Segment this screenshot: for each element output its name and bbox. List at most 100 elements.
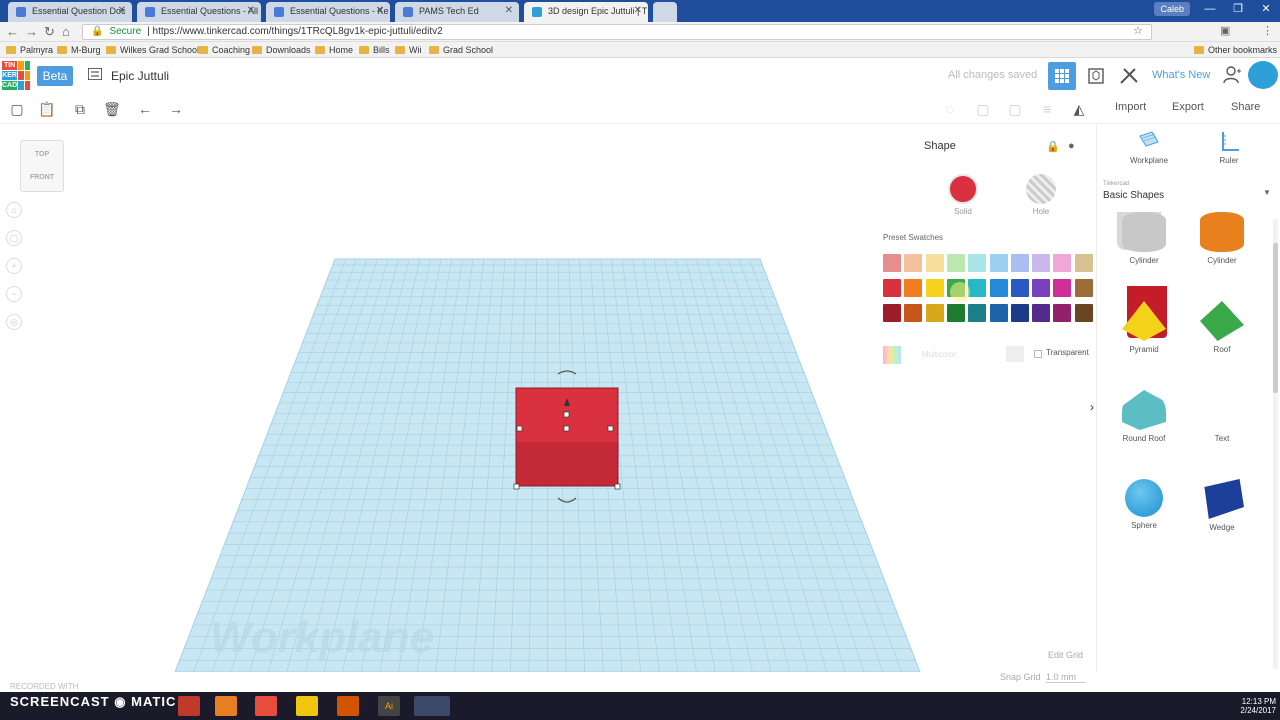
- view-cube[interactable]: TOP FRONT: [20, 140, 64, 192]
- color-swatch[interactable]: [989, 279, 1008, 297]
- shape-tile[interactable]: Cylinder: [1190, 212, 1254, 265]
- color-swatch[interactable]: [968, 304, 987, 322]
- redo-icon[interactable]: →: [167, 100, 185, 118]
- scrollbar-thumb[interactable]: [1273, 243, 1278, 393]
- browser-tab[interactable]: Essential Questions - All ✕: [137, 2, 261, 22]
- ungroup-icon[interactable]: ▢: [1006, 100, 1024, 118]
- zoom-in-icon[interactable]: +: [6, 258, 22, 274]
- resize-handle[interactable]: [513, 483, 520, 490]
- lock-icon[interactable]: 🔒: [1046, 140, 1060, 153]
- color-swatch[interactable]: [883, 254, 901, 272]
- color-swatch[interactable]: [1074, 254, 1093, 272]
- forward-icon[interactable]: →: [25, 24, 38, 39]
- bookmark-item[interactable]: Grad School: [429, 44, 493, 56]
- resize-handle[interactable]: [563, 411, 570, 418]
- design-list-icon[interactable]: [88, 68, 102, 80]
- shape-tile[interactable]: Cylinder: [1112, 212, 1176, 265]
- minimize-icon[interactable]: —: [1196, 0, 1224, 22]
- home-icon[interactable]: ⌂: [62, 24, 70, 39]
- maximize-icon[interactable]: ❐: [1224, 0, 1252, 22]
- bookmark-item[interactable]: Wii: [395, 44, 422, 56]
- export-button[interactable]: Export: [1172, 101, 1204, 113]
- home-view-icon[interactable]: ⌂: [6, 202, 22, 218]
- color-swatch[interactable]: [1053, 254, 1072, 272]
- bookmark-item[interactable]: M-Burg: [57, 44, 101, 56]
- shape-tile[interactable]: Sphere: [1112, 479, 1176, 530]
- transparent-checkbox[interactable]: [1034, 350, 1042, 358]
- group-icon[interactable]: ▢: [974, 100, 992, 118]
- color-swatch[interactable]: [1010, 304, 1029, 322]
- star-icon[interactable]: ☆: [1133, 24, 1143, 37]
- shape-tile[interactable]: Roof: [1190, 301, 1254, 354]
- close-icon[interactable]: ✕: [247, 2, 255, 20]
- resize-handle[interactable]: [614, 483, 621, 490]
- color-swatch[interactable]: [883, 304, 901, 322]
- avatar[interactable]: [1248, 61, 1278, 89]
- design-title[interactable]: Epic Juttuli: [111, 69, 169, 83]
- reload-icon[interactable]: ↻: [44, 24, 55, 40]
- shape-tile[interactable]: Wedge: [1190, 479, 1254, 532]
- import-button[interactable]: Import: [1115, 101, 1146, 113]
- back-icon[interactable]: ←: [6, 24, 19, 39]
- paste-icon[interactable]: 📋: [38, 100, 56, 118]
- shape-library-select[interactable]: Basic Shapes: [1103, 190, 1164, 201]
- color-swatch[interactable]: [904, 304, 923, 322]
- color-swatch[interactable]: [1053, 279, 1072, 297]
- color-swatch[interactable]: [1053, 304, 1072, 322]
- red-box-shape[interactable]: [513, 370, 621, 503]
- 3d-view-button[interactable]: [1048, 62, 1076, 90]
- hole-button[interactable]: [1026, 174, 1056, 204]
- shape-tile[interactable]: Round Roof: [1112, 390, 1176, 443]
- taskbar-app-icon[interactable]: [337, 696, 359, 716]
- edit-grid-link[interactable]: Edit Grid: [1048, 650, 1083, 660]
- taskbar-chrome-icon[interactable]: [414, 696, 450, 716]
- light-bulb-icon[interactable]: ●: [1068, 140, 1075, 152]
- browser-tab[interactable]: PAMS Tech Ed ✕: [395, 2, 519, 22]
- close-icon[interactable]: ✕: [505, 2, 513, 20]
- new-shape-icon[interactable]: ▢: [8, 100, 26, 118]
- other-bookmarks[interactable]: Other bookmarks: [1194, 44, 1277, 56]
- browser-tab[interactable]: Essential Question Doc ✕: [8, 2, 132, 22]
- bookmark-item[interactable]: Palmyra: [6, 44, 53, 56]
- bookmark-item[interactable]: Coaching: [198, 44, 250, 56]
- color-swatch[interactable]: [904, 279, 923, 297]
- share-button[interactable]: Share: [1231, 101, 1260, 113]
- color-swatch[interactable]: [925, 254, 944, 272]
- color-swatch[interactable]: [883, 279, 901, 297]
- shape-tile[interactable]: Pyramid: [1112, 301, 1176, 354]
- color-swatch[interactable]: [904, 254, 923, 272]
- color-swatch[interactable]: [1032, 254, 1051, 272]
- taskbar-app-icon[interactable]: [178, 696, 200, 716]
- duplicate-icon[interactable]: ⧉: [71, 100, 89, 118]
- color-swatch[interactable]: [1074, 279, 1093, 297]
- new-tab-button[interactable]: [653, 2, 677, 22]
- solid-color-button[interactable]: [948, 174, 978, 204]
- notes-icon[interactable]: ◌: [941, 100, 959, 118]
- color-swatch[interactable]: [1010, 279, 1029, 297]
- bookmark-item[interactable]: Bills: [359, 44, 390, 56]
- color-swatch[interactable]: [989, 254, 1008, 272]
- collapse-panel-icon[interactable]: ›: [1090, 400, 1094, 414]
- browser-tab[interactable]: Essential Questions - Ke ✕: [266, 2, 390, 22]
- bookmark-item[interactable]: Downloads: [252, 44, 311, 56]
- taskbar-app-icon[interactable]: [255, 696, 277, 716]
- workplane-tool[interactable]: Workplane: [1117, 130, 1181, 165]
- color-swatch[interactable]: [1010, 254, 1029, 272]
- color-swatch[interactable]: [968, 254, 987, 272]
- resize-handle[interactable]: [516, 425, 523, 432]
- extension-icon[interactable]: ▣: [1220, 24, 1230, 37]
- add-user-icon[interactable]: [1222, 65, 1242, 85]
- menu-icon[interactable]: ⋮: [1262, 24, 1273, 37]
- mirror-icon[interactable]: ◭: [1070, 100, 1088, 118]
- illustrator-icon[interactable]: Ai: [378, 696, 400, 716]
- multicolor-swatch[interactable]: [883, 346, 901, 364]
- taskbar-app-icon[interactable]: [296, 696, 318, 716]
- close-window-icon[interactable]: ✕: [1252, 0, 1280, 22]
- resize-handle[interactable]: [563, 425, 570, 432]
- close-icon[interactable]: ✕: [634, 2, 642, 20]
- browser-tab-active[interactable]: 3D design Epic Juttuli | T ✕: [524, 2, 648, 22]
- fit-view-icon[interactable]: ▢: [6, 230, 22, 246]
- align-icon[interactable]: ≡: [1038, 100, 1056, 118]
- color-swatch[interactable]: [1032, 279, 1051, 297]
- taskbar-app-icon[interactable]: [215, 696, 237, 716]
